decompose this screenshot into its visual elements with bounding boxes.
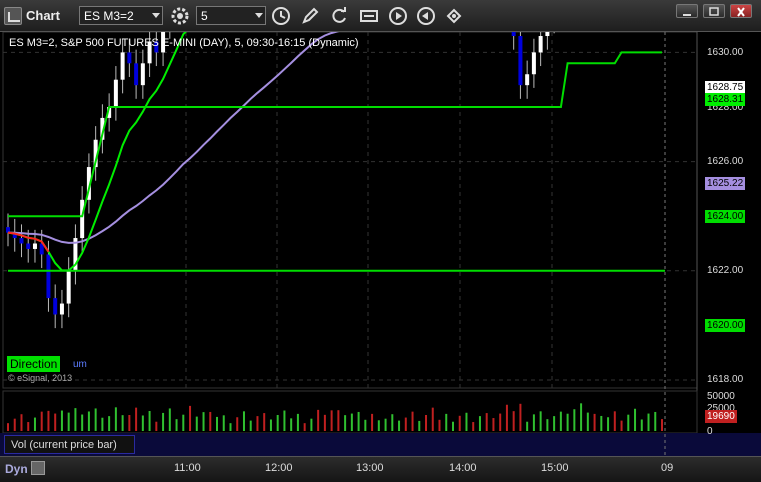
- chevron-down-icon[interactable]: [152, 13, 160, 18]
- candle-body: [511, 32, 516, 37]
- symbol-input[interactable]: ES M3=2: [79, 6, 163, 25]
- time-tick: 12:00: [265, 462, 293, 474]
- candle-body: [538, 36, 543, 53]
- interval-value: 5: [201, 9, 208, 23]
- volume-panel-border: [2, 390, 698, 434]
- volume-last-tag: 19690: [705, 410, 737, 423]
- candle-body: [518, 36, 523, 86]
- maximize-button[interactable]: [703, 4, 725, 18]
- lock-icon[interactable]: [31, 461, 45, 475]
- minimize-button[interactable]: [676, 4, 698, 18]
- copyright-text: © eSignal, 2013: [8, 373, 73, 383]
- candle-body: [26, 243, 31, 249]
- fast-average-tag: 1628.31: [705, 93, 746, 106]
- base-line-tag: 1620.00: [705, 319, 746, 332]
- candle-body: [59, 303, 64, 315]
- step-line-tag: 1624.00: [705, 210, 746, 223]
- volume-tick: 50000: [707, 391, 735, 402]
- candle-body: [19, 238, 24, 244]
- time-tick: 09: [661, 462, 674, 474]
- maximize-icon: [709, 7, 719, 16]
- time-tick: 15:00: [541, 462, 569, 474]
- time-tick: 11:00: [174, 462, 201, 474]
- data-icon[interactable]: [359, 6, 379, 26]
- rewind-icon[interactable]: [416, 6, 436, 26]
- chart-title: ES M3=2, S&P 500 FUTURES E-MINI (DAY), 5…: [9, 37, 359, 49]
- link-icon[interactable]: [444, 6, 464, 26]
- price-tick: 1626.00: [707, 156, 744, 167]
- symbol-value: ES M3=2: [84, 9, 134, 23]
- chart-app-icon: [4, 7, 22, 25]
- candle-body: [531, 52, 536, 75]
- price-tick: 1622.00: [707, 265, 744, 276]
- clock-icon[interactable]: [271, 6, 291, 26]
- direction-study-label[interactable]: Direction: [7, 356, 61, 372]
- time-tick: 13:00: [356, 462, 384, 474]
- candle-body: [140, 63, 145, 86]
- candle-body: [46, 254, 51, 299]
- candle-body: [66, 270, 71, 304]
- interval-input[interactable]: 5: [196, 6, 266, 25]
- candle-body: [80, 199, 85, 239]
- direction-study-label-tail: um: [73, 359, 87, 370]
- volume-study-label[interactable]: Vol (current price bar): [4, 435, 135, 454]
- volume-tick: 0: [707, 426, 713, 437]
- window-title-bar: Chart ES M3=2 5: [0, 0, 761, 32]
- dynamic-mode-label[interactable]: Dyn: [5, 462, 28, 476]
- candle-body: [545, 32, 550, 37]
- time-tick: 14:00: [449, 462, 477, 474]
- minimize-icon: [683, 14, 691, 16]
- slow-average-tag: 1625.22: [705, 177, 746, 190]
- price-tick: 1618.00: [707, 374, 744, 385]
- refresh-icon[interactable]: [329, 6, 349, 26]
- chevron-down-icon[interactable]: [255, 13, 263, 18]
- pencil-icon[interactable]: [300, 6, 320, 26]
- candle-body: [525, 74, 530, 86]
- candle-body: [113, 79, 118, 107]
- settings-gear-icon[interactable]: [170, 6, 190, 26]
- price-tick: 1630.00: [707, 47, 744, 58]
- play-icon[interactable]: [388, 6, 408, 26]
- candle-body: [120, 52, 125, 80]
- close-icon: [737, 7, 745, 17]
- window-title: Chart: [26, 8, 60, 23]
- price-chart[interactable]: [0, 32, 761, 456]
- candle-body: [127, 52, 132, 64]
- candle-body: [32, 243, 37, 249]
- candle-body: [53, 298, 58, 315]
- close-button[interactable]: [730, 4, 752, 18]
- candle-body: [134, 63, 139, 86]
